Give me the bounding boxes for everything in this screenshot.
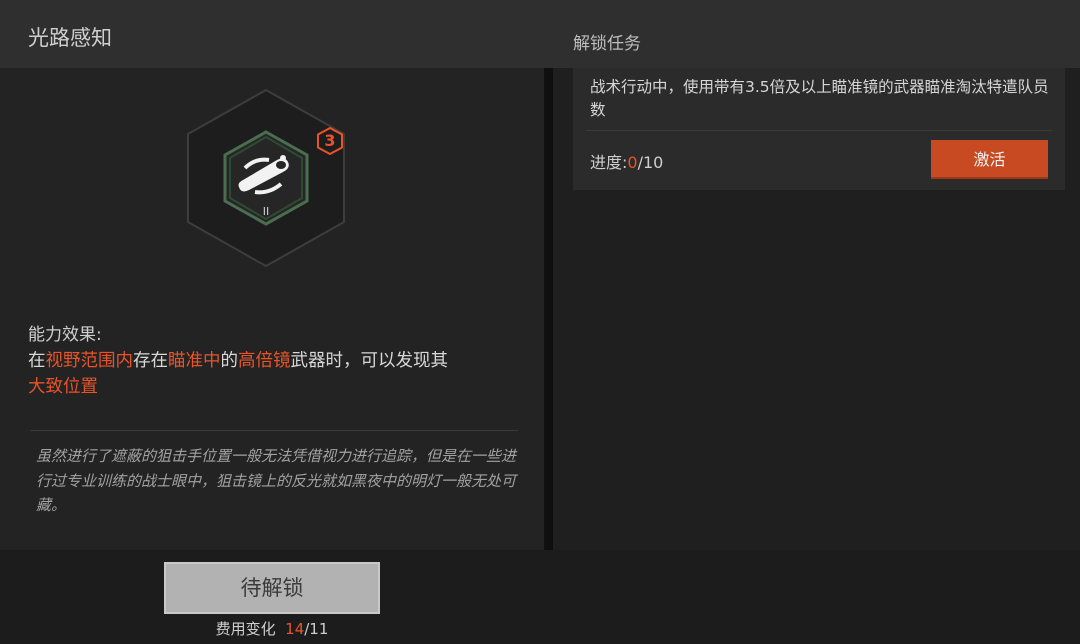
task-divider <box>586 130 1052 131</box>
effect-highlight: 视野范围内 <box>45 351 134 371</box>
unlock-button[interactable]: 待解锁 <box>164 562 380 614</box>
cost-max: /11 <box>304 620 329 638</box>
activate-button[interactable]: 激活 <box>931 140 1048 179</box>
task-progress: 进度:0/10 <box>590 149 663 173</box>
progress-total: /10 <box>637 153 664 172</box>
ability-footer <box>0 550 1080 644</box>
effect-highlight: 高倍镜 <box>238 351 291 371</box>
flavor-text: 虽然进行了遮蔽的狙击手位置一般无法凭借视力进行追踪，但是在一些进行过专业训练的战… <box>36 447 517 514</box>
section-divider <box>30 430 518 431</box>
ability-title: 光路感知 <box>28 26 112 50</box>
progress-label: 进度: <box>590 153 628 172</box>
effect-description: 在视野范围内存在瞄准中的高倍镜武器时，可以发现其 大致位置 <box>28 351 448 397</box>
progress-current: 0 <box>627 153 638 172</box>
task-description: 战术行动中，使用带有3.5倍及以上瞄准镜的武器瞄准淘汰特遣队员数 <box>590 78 1049 119</box>
effect-highlight: 大致位置 <box>28 377 98 397</box>
ability-tier-label: II <box>263 205 270 218</box>
cost-change: 费用变化 14/11 <box>164 618 380 639</box>
cost-label: 费用变化 <box>215 620 276 638</box>
ability-header <box>0 0 1080 68</box>
cost-current: 14 <box>285 620 305 638</box>
effect-highlight: 瞄准中 <box>168 351 221 371</box>
ability-level: 3 <box>324 131 336 150</box>
ability-icon: II <box>185 88 347 268</box>
effect-label: 能力效果: <box>28 325 102 345</box>
unlock-task-title: 解锁任务 <box>573 34 641 54</box>
panel-divider <box>545 0 553 644</box>
